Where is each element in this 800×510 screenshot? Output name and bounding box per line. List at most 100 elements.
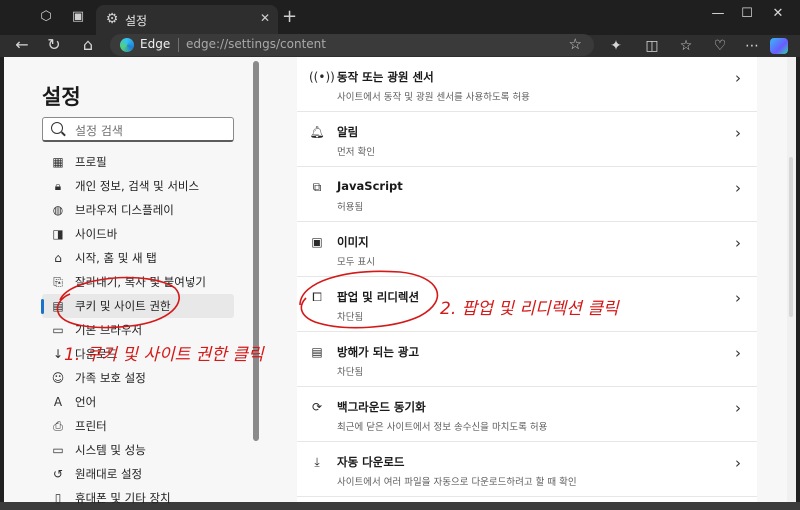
annotation-step-2: 2. 팝업 및 리디렉션 클릭	[440, 299, 619, 319]
list-item-notifications[interactable]: 🔔︎ 알림 먼저 확인 ›	[297, 112, 757, 167]
page-scrollbar-thumb[interactable]	[789, 157, 793, 317]
sidebar-item-label: 기본 브라우저	[75, 323, 143, 337]
tab-title: 설정	[125, 14, 148, 28]
row-title: 팝업 및 리디렉션	[337, 290, 420, 304]
address-url: edge://settings/content	[186, 37, 326, 51]
settings-page: 설정 설정 검색 ▦ 프로필 🔒︎ 개인 정보, 검색 및 서비스 ◍ 브라우저…	[4, 57, 796, 505]
chevron-right-icon: ›	[735, 399, 741, 417]
sidebar-item-system[interactable]: ▭ 시스템 및 성능	[42, 438, 234, 462]
sidebar-item-label: 잘라내기, 복사 및 붙여넣기	[75, 275, 207, 289]
list-item-intrusive-ads[interactable]: ▤ 방해가 되는 광고 차단됨 ›	[297, 332, 757, 387]
sidebar-item-phone[interactable]: ▯ 휴대폰 및 기타 장치	[42, 486, 234, 510]
more-menu-icon[interactable]: ⋯	[740, 35, 764, 57]
list-item-sensors[interactable]: ((•)) 동작 또는 광원 센서 사이트에서 동작 및 광원 센서를 사용하도…	[297, 57, 757, 112]
refresh-button[interactable]: ↻	[42, 35, 66, 57]
sidebar-item-label: 시스템 및 성능	[75, 443, 146, 457]
list-item-javascript[interactable]: ⧉ JavaScript 허용됨 ›	[297, 167, 757, 222]
row-subtitle: 차단됨	[337, 312, 364, 323]
sidebar-item-label: 개인 정보, 검색 및 서비스	[75, 179, 200, 193]
split-screen-icon[interactable]: ◫	[640, 35, 664, 57]
cookie-icon: ▤	[52, 299, 64, 313]
maximize-button[interactable]: ☐	[733, 4, 761, 24]
row-subtitle: 차단됨	[337, 367, 364, 378]
system-icon: ▭	[52, 443, 64, 457]
sidebar-item-reset[interactable]: ↺ 원래대로 설정	[42, 462, 234, 486]
copilot-icon[interactable]	[770, 38, 788, 54]
sidebar-item-sidebar[interactable]: ◨ 사이드바	[42, 222, 234, 246]
popup-icon: ⧠	[312, 290, 322, 304]
language-icon: A	[53, 395, 63, 409]
row-subtitle: 사이트에서 동작 및 광원 센서를 사용하도록 허용	[337, 92, 530, 103]
sidebar-item-languages[interactable]: A 언어	[42, 390, 234, 414]
download-icon: ⤓	[314, 455, 320, 469]
list-item-auto-downloads[interactable]: ⤓ 자동 다운로드 사이트에서 여러 파일을 자동으로 다운로드하려고 할 때 …	[297, 442, 757, 497]
clipboard-icon: ⎘	[53, 275, 63, 289]
browser-icon: ▭	[52, 323, 64, 337]
new-tab-button[interactable]: +	[282, 8, 297, 26]
close-window-button[interactable]: ✕	[764, 4, 792, 24]
home-button[interactable]: ⌂	[76, 35, 100, 57]
sidebar-item-default-browser[interactable]: ▭ 기본 브라우저	[42, 318, 234, 342]
sidebar-item-appearance[interactable]: ◍ 브라우저 디스플레이	[42, 198, 234, 222]
row-subtitle: 모두 표시	[337, 257, 375, 268]
row-title: JavaScript	[337, 179, 403, 193]
image-icon: ▣	[311, 235, 323, 249]
browser-window: ⬡ ▣ ⚙ 설정 ✕ + — ☐ ✕ ← ↻ ⌂ Edge edge://set…	[0, 0, 800, 505]
favorites-icon[interactable]: ☆	[674, 35, 698, 57]
chevron-right-icon: ›	[735, 289, 741, 307]
address-brand: Edge	[140, 37, 171, 51]
family-icon: ☺	[51, 371, 65, 385]
search-placeholder: 설정 검색	[75, 124, 123, 138]
home-icon: ⌂	[54, 251, 62, 265]
sidebar-item-cookies[interactable]: ▤ 쿠키 및 사이트 권한	[41, 294, 234, 318]
annotation-step-1: 1. 쿠키 및 사이트 권한 클릭	[64, 345, 264, 365]
sidebar-item-privacy[interactable]: 🔒︎ 개인 정보, 검색 및 서비스	[42, 174, 234, 198]
row-subtitle: 사이트에서 여러 파일을 자동으로 다운로드하려고 할 때 확인	[337, 477, 577, 488]
minimize-button[interactable]: —	[704, 4, 732, 24]
lock-icon: 🔒︎	[54, 179, 62, 193]
reset-icon: ↺	[52, 467, 64, 481]
extensions-icon[interactable]: ✦	[604, 35, 628, 57]
sidebar-item-family[interactable]: ☺ 가족 보호 설정	[42, 366, 234, 390]
sensor-icon: ((•))	[309, 70, 335, 84]
row-subtitle: 먼저 확인	[337, 147, 375, 158]
row-title: 이미지	[337, 235, 369, 249]
chevron-right-icon: ›	[735, 234, 741, 252]
site-permissions-list: ((•)) 동작 또는 광원 센서 사이트에서 동작 및 광원 센서를 사용하도…	[297, 57, 757, 502]
palette-icon: ◍	[52, 203, 64, 217]
sidebar-item-label: 언어	[75, 395, 97, 409]
tab-strip: ⬡ ▣ ⚙ 설정 ✕ + — ☐ ✕	[0, 0, 800, 35]
sidebar-item-start-home[interactable]: ⌂ 시작, 홈 및 새 탭	[42, 246, 234, 270]
bell-icon: 🔔︎	[309, 125, 325, 139]
gear-icon: ⚙	[105, 11, 119, 27]
search-icon	[51, 122, 63, 134]
ads-icon: ▤	[311, 345, 323, 359]
row-title: 자동 다운로드	[337, 455, 405, 469]
profile-icon: ▦	[52, 155, 64, 169]
vertical-tabs-icon[interactable]: ▣	[70, 9, 86, 25]
page-title: 설정	[42, 85, 81, 109]
list-item-background-sync[interactable]: ⟳ 백그라운드 동기화 최근에 닫은 사이트에서 정보 송수신을 마치도록 허용…	[297, 387, 757, 442]
settings-search-input[interactable]: 설정 검색	[42, 117, 234, 142]
row-title: 방해가 되는 광고	[337, 345, 420, 359]
list-item-images[interactable]: ▣ 이미지 모두 표시 ›	[297, 222, 757, 277]
sidebar-item-label: 가족 보호 설정	[75, 371, 146, 385]
settings-sidebar: 설정 설정 검색 ▦ 프로필 🔒︎ 개인 정보, 검색 및 서비스 ◍ 브라우저…	[4, 57, 260, 505]
sidebar-item-profile[interactable]: ▦ 프로필	[42, 150, 234, 174]
sidebar-item-clipboard[interactable]: ⎘ 잘라내기, 복사 및 붙여넣기	[42, 270, 234, 294]
address-bar[interactable]: Edge edge://settings/content ☆	[110, 34, 594, 56]
favorite-star-icon[interactable]: ☆	[569, 35, 582, 53]
sidebar-scrollbar[interactable]	[253, 61, 259, 441]
back-button[interactable]: ←	[10, 35, 34, 57]
chevron-right-icon: ›	[735, 124, 741, 142]
sidebar-item-label: 원래대로 설정	[75, 467, 143, 481]
row-title: 알림	[337, 125, 359, 139]
close-tab-icon[interactable]: ✕	[260, 11, 270, 25]
toolbar: ← ↻ ⌂ Edge edge://settings/content ☆ ✦ ◫…	[0, 34, 800, 57]
chevron-right-icon: ›	[735, 179, 741, 197]
tab-settings[interactable]: ⚙ 설정 ✕	[96, 5, 278, 35]
workspaces-icon[interactable]: ⬡	[38, 9, 54, 25]
browser-essentials-icon[interactable]: ♡	[708, 35, 732, 57]
sidebar-item-label: 시작, 홈 및 새 탭	[75, 251, 157, 265]
sidebar-item-printers[interactable]: ⎙ 프린터	[42, 414, 234, 438]
